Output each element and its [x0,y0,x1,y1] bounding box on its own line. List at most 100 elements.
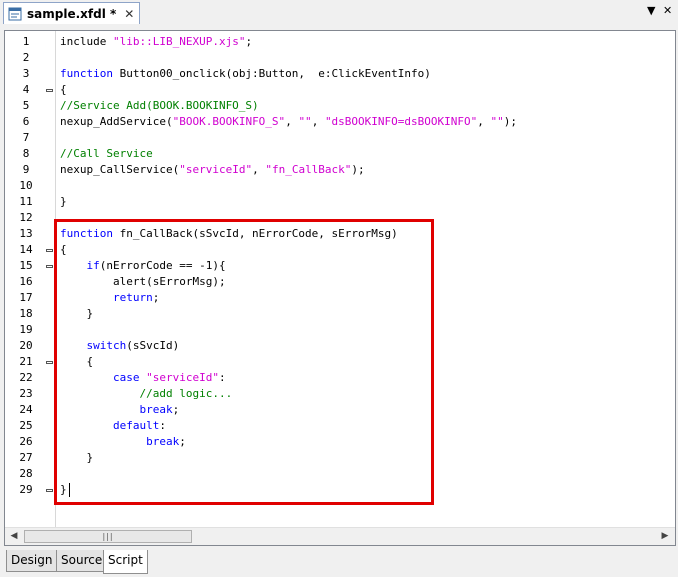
window-close-icon[interactable]: ✕ [663,4,672,17]
scrollbar-thumb[interactable]: ||| [24,530,192,543]
code-token: { [60,243,67,256]
code-token: } [60,451,94,464]
code-line[interactable]: 20 switch(sSvcId) [5,338,645,354]
code-text: { [60,354,93,370]
tab-source[interactable]: Source [56,550,108,572]
code-line[interactable]: 5 //Service Add(BOOK.BOOKINFO_S) [5,98,645,114]
tab-script[interactable]: Script [103,550,148,574]
scroll-right-icon[interactable]: ▶ [656,528,674,545]
code-token: nexup_AddService( [60,115,173,128]
fold-marker-icon[interactable] [46,489,53,492]
code-line[interactable]: 21 { [5,354,645,370]
line-number: 11 [19,195,33,208]
code-line[interactable]: 24 break; [5,402,645,418]
line-number: 20 [19,339,33,352]
code-token: , [285,115,299,128]
code-token: return [112,291,153,304]
code-line[interactable]: 23 //add logic... [5,386,645,402]
code-token: fn_CallBack(sSvcId, nErrorCode, sErrorMs… [112,227,398,240]
code-line[interactable]: 15 if(nErrorCode == -1){ [5,258,645,274]
code-text: function Button00_onclick(obj:Button, e:… [60,66,431,82]
code-text: //add logic... [60,386,232,402]
line-number: 14 [19,243,33,256]
code-line[interactable]: 16 alert(sErrorMsg); [5,274,645,290]
code-text: //Service Add(BOOK.BOOKINFO_S) [60,98,259,114]
code-text: default: [60,418,166,434]
code-token: //Service Add(BOOK.BOOKINFO_S) [60,99,259,112]
fold-marker-icon[interactable] [46,265,53,268]
code-token: (sSvcId) [126,339,180,352]
line-number: 29 [19,483,33,496]
code-text: nexup_AddService("BOOK.BOOKINFO_S", "", … [60,114,517,130]
code-token: function [60,67,113,80]
tab-design[interactable]: Design [6,550,58,572]
code-text: } [60,306,93,322]
code-line[interactable]: 7 [5,130,645,146]
line-number: 13 [19,227,33,240]
code-token: if [86,259,100,272]
code-token: ); [503,115,518,128]
scroll-left-icon[interactable]: ◀ [5,528,23,545]
fold-marker-icon[interactable] [46,361,53,364]
line-number: 24 [19,403,33,416]
code-line[interactable]: 9 nexup_CallService("serviceId", "fn_Call… [5,162,645,178]
code-text: //Call Service [60,146,153,162]
line-number: 26 [19,435,33,448]
line-number: 25 [19,419,33,432]
code-line[interactable]: 19 [5,322,645,338]
code-line[interactable]: 3 function Button00_onclick(obj:Button, e… [5,66,645,82]
code-token: Button00_onclick(obj:Button, e:ClickEven… [112,67,431,80]
tab-close-icon[interactable]: ✕ [124,7,134,21]
code-line[interactable]: 11} [5,194,645,210]
line-number: 9 [22,163,30,176]
code-line[interactable]: 2 [5,50,645,66]
code-token: { [60,83,67,96]
form-file-icon [8,7,22,20]
code-line[interactable]: 12 [5,210,645,226]
code-line[interactable]: 17 return; [5,290,645,306]
code-line[interactable]: 25 default: [5,418,645,434]
code-line[interactable]: 4{ [5,82,645,98]
code-text: { [60,242,67,258]
line-number: 19 [19,323,33,336]
code-line[interactable]: 10 [5,178,645,194]
code-line[interactable]: 22 case "serviceId": [5,370,645,386]
code-line[interactable]: 1 include "lib::LIB_NEXUP.xjs"; [5,34,645,50]
code-text: nexup_CallService("serviceId", "fn_CallB… [60,162,365,178]
code-token: break [146,435,180,448]
code-token: default [112,419,160,432]
code-line[interactable]: 8 //Call Service [5,146,645,162]
fold-marker-icon[interactable] [46,89,53,92]
horizontal-scrollbar[interactable]: ◀ ||| ▶ [5,527,675,545]
code-line[interactable]: 14 { [5,242,645,258]
code-text: } [60,194,67,210]
code-line[interactable]: 27 } [5,450,645,466]
code-token: ; [179,435,186,448]
code-line[interactable]: 29} [5,482,645,498]
code-line[interactable]: 26 break; [5,434,645,450]
code-line[interactable]: 13 function fn_CallBack(sSvcId, nErrorCod… [5,226,645,242]
code-line[interactable]: 18 } [5,306,645,322]
code-token: function [60,227,113,240]
code-token: , [252,163,266,176]
code-token: ); [351,163,365,176]
line-number: 6 [22,115,30,128]
code-line[interactable]: 28 [5,466,645,482]
document-tab[interactable]: sample.xfdl * ✕ [3,2,141,24]
code-text: alert(sErrorMsg); [60,274,226,290]
tab-list-dropdown-icon[interactable]: ▼ [647,4,655,17]
code-line[interactable]: 6 nexup_AddService("BOOK.BOOKINFO_S", "",… [5,114,645,130]
script-editor[interactable]: 1 include "lib::LIB_NEXUP.xjs"; 2 3 function… [4,30,676,546]
code-text: } [60,450,93,466]
line-number: 27 [19,451,33,464]
code-token: ; [172,403,180,416]
code-token: case [112,371,140,384]
line-number: 7 [22,131,30,144]
fold-marker-icon[interactable] [46,249,53,252]
line-number: 8 [22,147,30,160]
code-text: break; [60,434,186,450]
